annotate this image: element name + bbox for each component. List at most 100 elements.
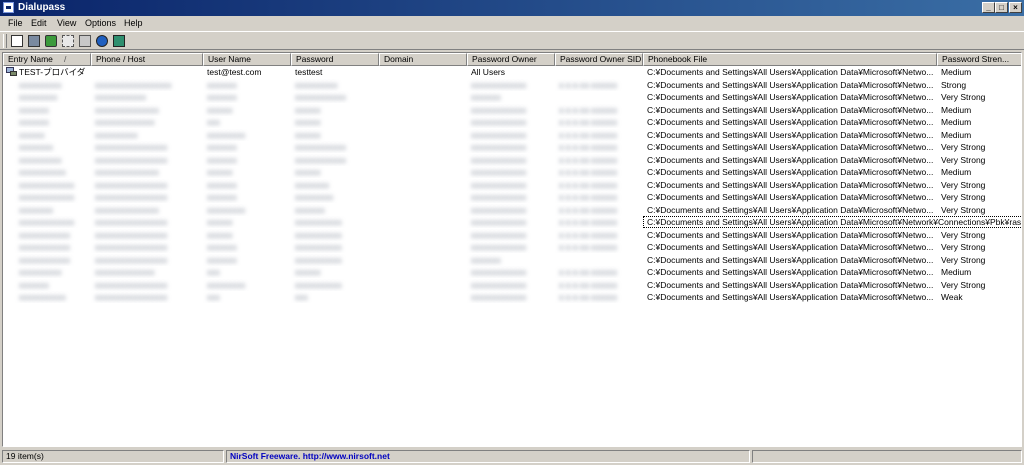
cell-entry-name: xxxxxx [19, 129, 45, 140]
cell-password-owner: xxxxxxxxxxxxx [471, 204, 527, 215]
toolbar-grip[interactable] [3, 34, 7, 48]
save-icon[interactable] [28, 35, 40, 47]
column-header-password-owner-sid[interactable]: Password Owner SID [555, 53, 643, 66]
table-row[interactable]: xxxxxxxxxxxxxxxxxxxxxxxxxxxxxxxxxxxxxxxx… [3, 104, 1021, 117]
cell-password-owner-sid: x-x-x-xx-xxxxxx [559, 217, 618, 227]
cell-phone-host [91, 66, 203, 78]
column-header-domain[interactable]: Domain [379, 53, 467, 66]
cell-phonebook-file: C:¥Documents and Settings¥All Users¥Appl… [647, 242, 934, 252]
status-bar: 19 item(s) NirSoft Freeware. http://www.… [0, 449, 1024, 465]
title-bar[interactable]: Dialupass _ □ × [0, 0, 1024, 16]
table-row[interactable]: xxxxxxxxxxxxxxxxxxxxxxxxxxxxxxxxxxxxxxxx… [3, 216, 1021, 229]
table-row[interactable]: xxxxxxxxxxxxxxxxxxxxxxxxxxxxxxxxxxxxxxxx… [3, 254, 1021, 267]
cell-domain [379, 129, 467, 141]
cell-entry-name: xxxxxxxxxxxxx [19, 192, 75, 202]
cell-password-owner-sid: x-x-x-xx-xxxxxx [559, 179, 618, 190]
cell-password: xxxxxx [295, 129, 321, 140]
cell-password-owner: xxxxxxxxxxxxx [471, 242, 527, 252]
cell-entry-name: xxxxxxxxx [19, 92, 58, 102]
cell-phonebook-file: C:¥Documents and Settings¥All Users¥Appl… [647, 67, 934, 77]
table-row[interactable]: xxxxxxxxxxxxxxxxxxxxxxxxxxxxxxxxxxxxxxxx… [3, 166, 1021, 179]
cell-entry-name: xxxxxxxxxxxxx [19, 179, 75, 190]
cell-user-name: xxxxxxx [207, 179, 237, 190]
cell-password-owner: xxxxxxx [471, 92, 501, 102]
cell-password-owner: xxxxxxxxxxxxx [471, 142, 527, 152]
exit-icon[interactable] [113, 35, 125, 47]
cell-user-name: xxxxxxx [207, 142, 237, 152]
cell-password-owner: xxxxxxxxxxxxx [471, 229, 527, 240]
table-row[interactable]: xxxxxxxxxxxxxxxxxxxxxxxxxxxxxxxxxxxxxxxx… [3, 229, 1021, 242]
cell-password: xxxxxxxxxxx [295, 217, 342, 227]
menu-help[interactable]: Help [124, 17, 143, 29]
cell-password: xxxxxx [295, 267, 321, 277]
cell-password-owner: xxxxxxxxxxxxx [471, 292, 527, 302]
table-row[interactable]: xxxxxxxxxxxxxxxxxxxxxxxxxxxxxxxxxxxxxxxx… [3, 141, 1021, 154]
cell-phonebook-file: C:¥Documents and Settings¥All Users¥Appl… [647, 129, 934, 140]
cell-entry-name: xxxxxxx [19, 279, 49, 290]
cell-password-owner-sid: x-x-x-xx-xxxxxx [559, 279, 618, 290]
column-header-entry-name[interactable]: Entry Name / [3, 53, 91, 66]
table-row[interactable]: xxxxxxxxxxxxxxxxxxxxxxxxxxxxxxxxxxxxxxxx… [3, 191, 1021, 204]
cell-entry-name: xxxxxxxxxxx [19, 167, 66, 177]
column-header-phone-host[interactable]: Phone / Host [91, 53, 203, 66]
status-empty-panel [752, 450, 1022, 463]
cell-password-owner-sid: x-x-x-xx-xxxxxx [559, 292, 618, 302]
close-button[interactable]: × [1009, 2, 1022, 13]
cell-password-owner-sid [555, 66, 643, 78]
find-icon[interactable] [96, 35, 108, 47]
refresh-icon[interactable] [45, 35, 57, 47]
cell-entry-name: xxxxxxxxxx [19, 154, 62, 165]
column-header-phonebook-file[interactable]: Phonebook File [643, 53, 937, 66]
credentials-list[interactable]: Entry Name / Phone / Host User Name Pass… [2, 52, 1022, 447]
table-row[interactable]: xxxxxxxxxxxxxxxxxxxxxxxxxxxxxxxxxxxxxxxx… [3, 204, 1021, 217]
menu-edit[interactable]: Edit [31, 17, 47, 29]
table-row[interactable]: xxxxxxxxxxxxxxxxxxxxxxxxxxxxxxxxxxxxxxxx… [3, 91, 1021, 104]
column-header-password-strength[interactable]: Password Stren... [937, 53, 1021, 66]
maximize-button[interactable]: □ [995, 2, 1008, 13]
cell-user-name: xxxxxx [207, 229, 233, 240]
cell-password-strength: Medium [941, 117, 972, 127]
cell-entry-name: xxxxxxxxxx [19, 79, 62, 90]
table-row[interactable]: xxxxxxxxxxxxxxxxxxxxxxxxxxxxxxxxxxxxxxxx… [3, 79, 1021, 92]
menu-view[interactable]: View [57, 17, 76, 29]
cell-password-owner-sid: x-x-x-xx-xxxxxx [559, 229, 618, 240]
table-row[interactable]: xxxxxxxxxxxxxxxxxxxxxxxxxxxxxxxxxxxxxxxx… [3, 179, 1021, 192]
list-header: Entry Name / Phone / Host User Name Pass… [3, 53, 1021, 66]
table-row[interactable]: xxxxxxxxxxxxxxxxxxxxxxxxxxxxxxxxxxxxxxxx… [3, 116, 1021, 129]
cell-password: xxxxxxxxxxxx [295, 142, 346, 152]
minimize-button[interactable]: _ [982, 2, 995, 13]
cell-domain [379, 91, 467, 103]
status-nirsoft-link[interactable]: NirSoft Freeware. http://www.nirsoft.net [226, 450, 750, 463]
copy-icon[interactable] [62, 35, 74, 47]
cell-entry-name: xxxxxxxx [19, 142, 53, 152]
cell-password-owner: All Users [471, 67, 506, 77]
cell-phone-host: xxxxxxxxxxxxxxxxx [95, 217, 168, 227]
table-row[interactable]: TEST-プロバイダ test@test.com testtest All Users… [3, 66, 1021, 79]
cell-password: xxxxxx [295, 104, 321, 115]
cell-password-owner: xxxxxxxxxxxxx [471, 267, 527, 277]
cell-user-name: xxxxxxx [207, 154, 237, 165]
menu-options[interactable]: Options [85, 17, 116, 29]
properties-icon[interactable] [11, 35, 23, 47]
app-icon[interactable] [3, 2, 14, 13]
table-row[interactable]: xxxxxxxxxxxxxxxxxxxxxxxxxxxxxxxxxxxxxxxx… [3, 241, 1021, 254]
column-header-user-name[interactable]: User Name [203, 53, 291, 66]
table-row[interactable]: xxxxxxxxxxxxxxxxxxxxxxxxxxxxxxxxxxxxxxxx… [3, 279, 1021, 292]
cell-phone-host: xxxxxxxxxxxxxxx [95, 167, 159, 177]
table-row[interactable]: xxxxxxxxxxxxxxxxxxxxxxxxxxxxxxxxxxxxxxxx… [3, 129, 1021, 142]
cell-entry-name: xxxxxxx [19, 117, 49, 127]
table-row[interactable]: xxxxxxxxxxxxxxxxxxxxxxxxxxxxxxxxxxxxxxxx… [3, 291, 1021, 304]
cell-domain [379, 166, 467, 178]
cell-domain [379, 116, 467, 128]
cell-user-name: test@test.com [207, 67, 262, 77]
menu-file[interactable]: File [8, 17, 23, 29]
table-row[interactable]: xxxxxxxxxxxxxxxxxxxxxxxxxxxxxxxxxxxxxxxx… [3, 266, 1021, 279]
html-report-icon[interactable] [79, 35, 91, 47]
column-header-password-owner[interactable]: Password Owner [467, 53, 555, 66]
column-header-password[interactable]: Password [291, 53, 379, 66]
cell-password: xxx [295, 292, 308, 302]
cell-entry-name: xxxxxxxxxxxx [19, 229, 70, 240]
cell-user-name: xxxxxxx [207, 92, 237, 102]
cell-password: xxxxxxxx [295, 179, 329, 190]
table-row[interactable]: xxxxxxxxxxxxxxxxxxxxxxxxxxxxxxxxxxxxxxxx… [3, 154, 1021, 167]
